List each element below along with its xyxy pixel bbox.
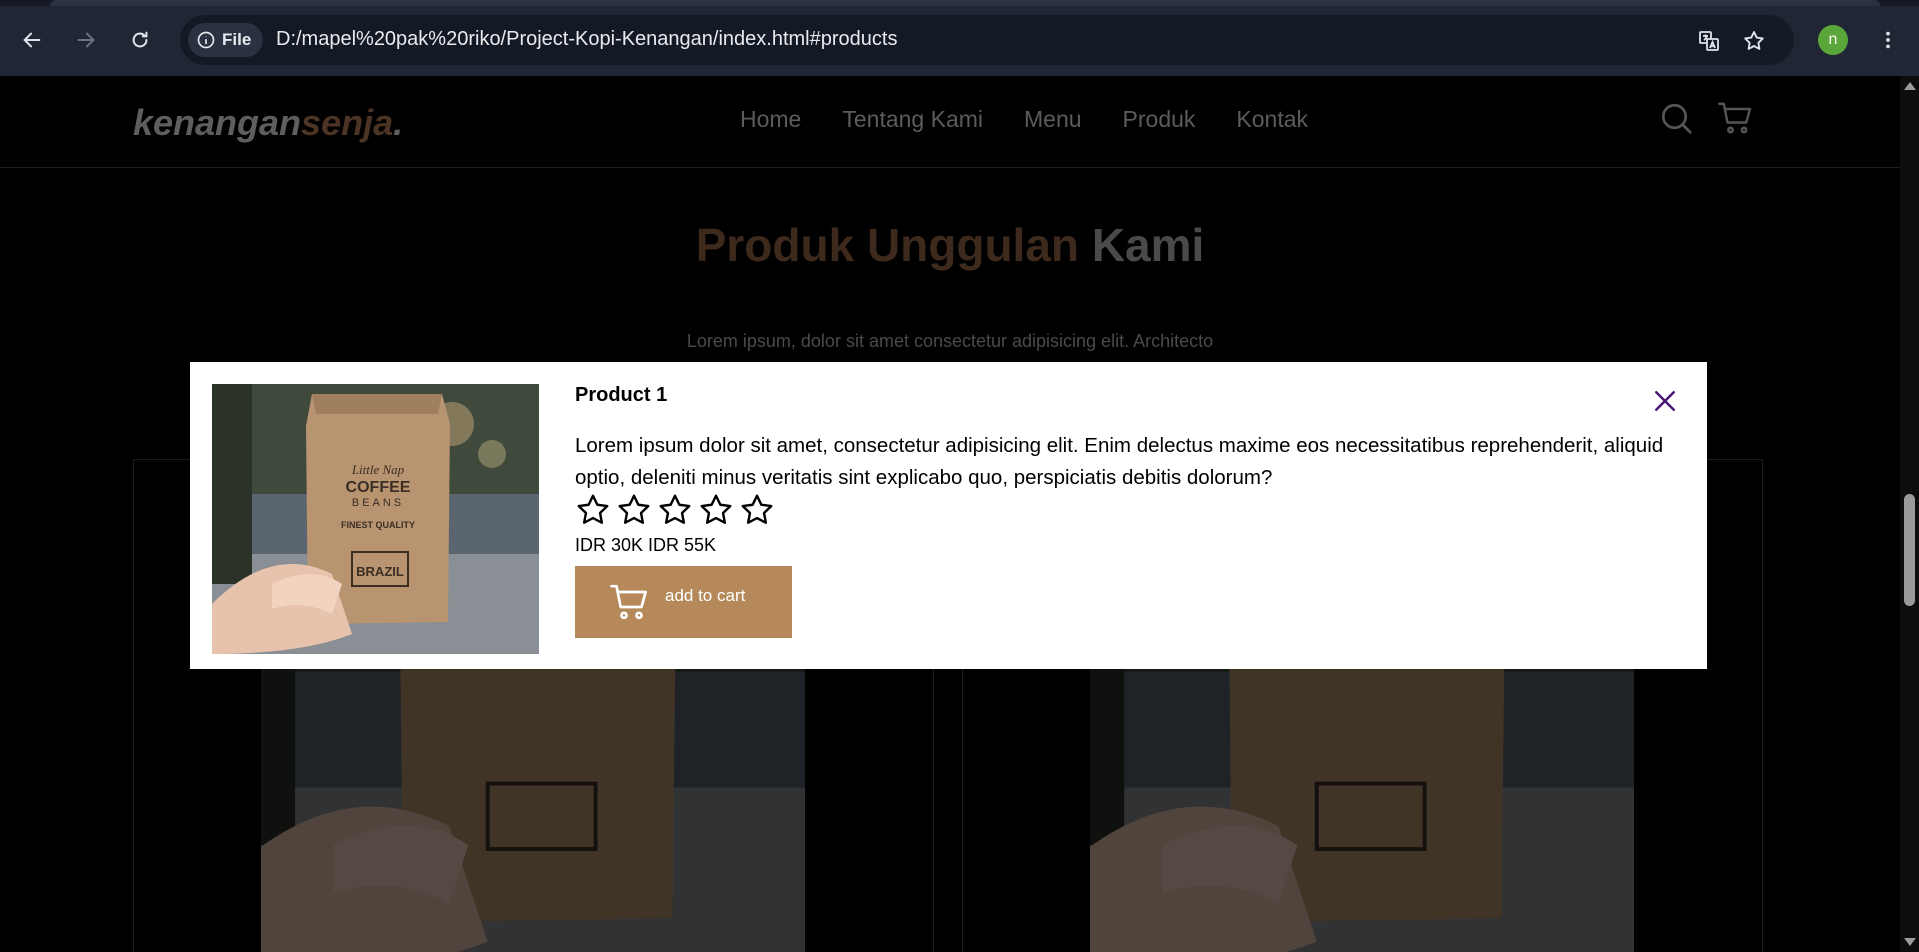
site-chip-label: File [222,30,252,49]
logo-part-3: . [393,102,404,143]
site-logo[interactable]: kenangansenja. [133,102,403,144]
back-button[interactable] [12,20,52,60]
arrow-left-icon [23,32,41,48]
add-to-cart-button[interactable]: add to cart [575,566,792,638]
forward-button[interactable] [66,20,106,60]
reload-button[interactable] [120,20,160,60]
browser-toolbar: File D:/mapel%20pak%20riko/Project-Kopi-… [0,0,1919,76]
bookmark-star-icon[interactable] [1740,27,1768,55]
logo-part-2: senja [301,102,394,143]
bag-line2-text: BEANS [352,497,404,509]
tab-strip [0,0,1919,6]
star-icon [700,494,732,524]
bag-line1-text: COFFEE [346,479,411,496]
product-price: IDR 30K IDR 55K [575,535,717,555]
active-tab[interactable] [50,0,1880,6]
arrow-right-icon [77,32,95,48]
star-icon [741,494,773,524]
more-menu-icon[interactable] [1870,22,1906,58]
address-bar[interactable]: File D:/mapel%20pak%20riko/Project-Kopi-… [180,15,1794,65]
scroll-up-arrow-icon[interactable] [1904,82,1916,90]
modal-description: Lorem ipsum dolor sit amet, consectetur … [575,434,1664,489]
reload-icon [132,31,148,48]
star-icon [577,494,609,524]
nav-link-kontak[interactable]: Kontak [1236,106,1308,133]
star-icon [618,494,650,524]
page-scrollbar[interactable] [1900,76,1919,952]
star-icon [659,494,691,524]
section-subtitle: Lorem ipsum, dolor sit amet consectetur … [686,331,1214,351]
bag-tag-text: FINEST QUALITY [341,520,415,530]
nav-link-tentang-kami[interactable]: Tentang Kami [842,106,983,133]
modal-product-image: Little Nap COFFEE BEANS FINEST QUALITY B… [212,384,539,654]
nav-link-home[interactable]: Home [740,106,801,133]
profile-avatar[interactable]: n [1818,25,1848,55]
info-icon [197,31,215,49]
shopping-cart-icon[interactable] [1717,100,1757,140]
nav-link-menu[interactable]: Menu [1024,106,1082,133]
bag-brand-text: Little Nap [351,462,405,477]
site-navbar: kenangansenja. Home Tentang Kami Menu Pr… [0,76,1900,168]
search-icon[interactable] [1658,100,1698,140]
section-title-part-1: Produk Unggulan [695,219,1080,271]
bag-origin-text: BRAZIL [356,564,404,579]
scroll-down-arrow-icon[interactable] [1904,938,1916,946]
section-title-part-2: Kami [1091,219,1205,271]
site-info-chip[interactable]: File [188,23,264,57]
close-icon[interactable] [1650,386,1680,416]
shopping-cart-icon [609,582,649,622]
url-text[interactable]: D:/mapel%20pak%20riko/Project-Kopi-Kenan… [276,28,897,51]
logo-part-1: kenangan [133,102,302,143]
product-detail-modal: Little Nap COFFEE BEANS FINEST QUALITY B… [190,362,1707,669]
nav-link-produk[interactable]: Produk [1123,106,1196,133]
translate-icon[interactable] [1695,27,1723,55]
scrollbar-thumb[interactable] [1904,494,1915,606]
add-to-cart-label: add to cart [665,586,746,605]
section-title: Produk Unggulan Kami [0,218,1900,272]
rating-stars [575,492,775,528]
modal-title: Product 1 [575,384,668,406]
nav-links: Home Tentang Kami Menu Produk Kontak [740,106,1349,133]
